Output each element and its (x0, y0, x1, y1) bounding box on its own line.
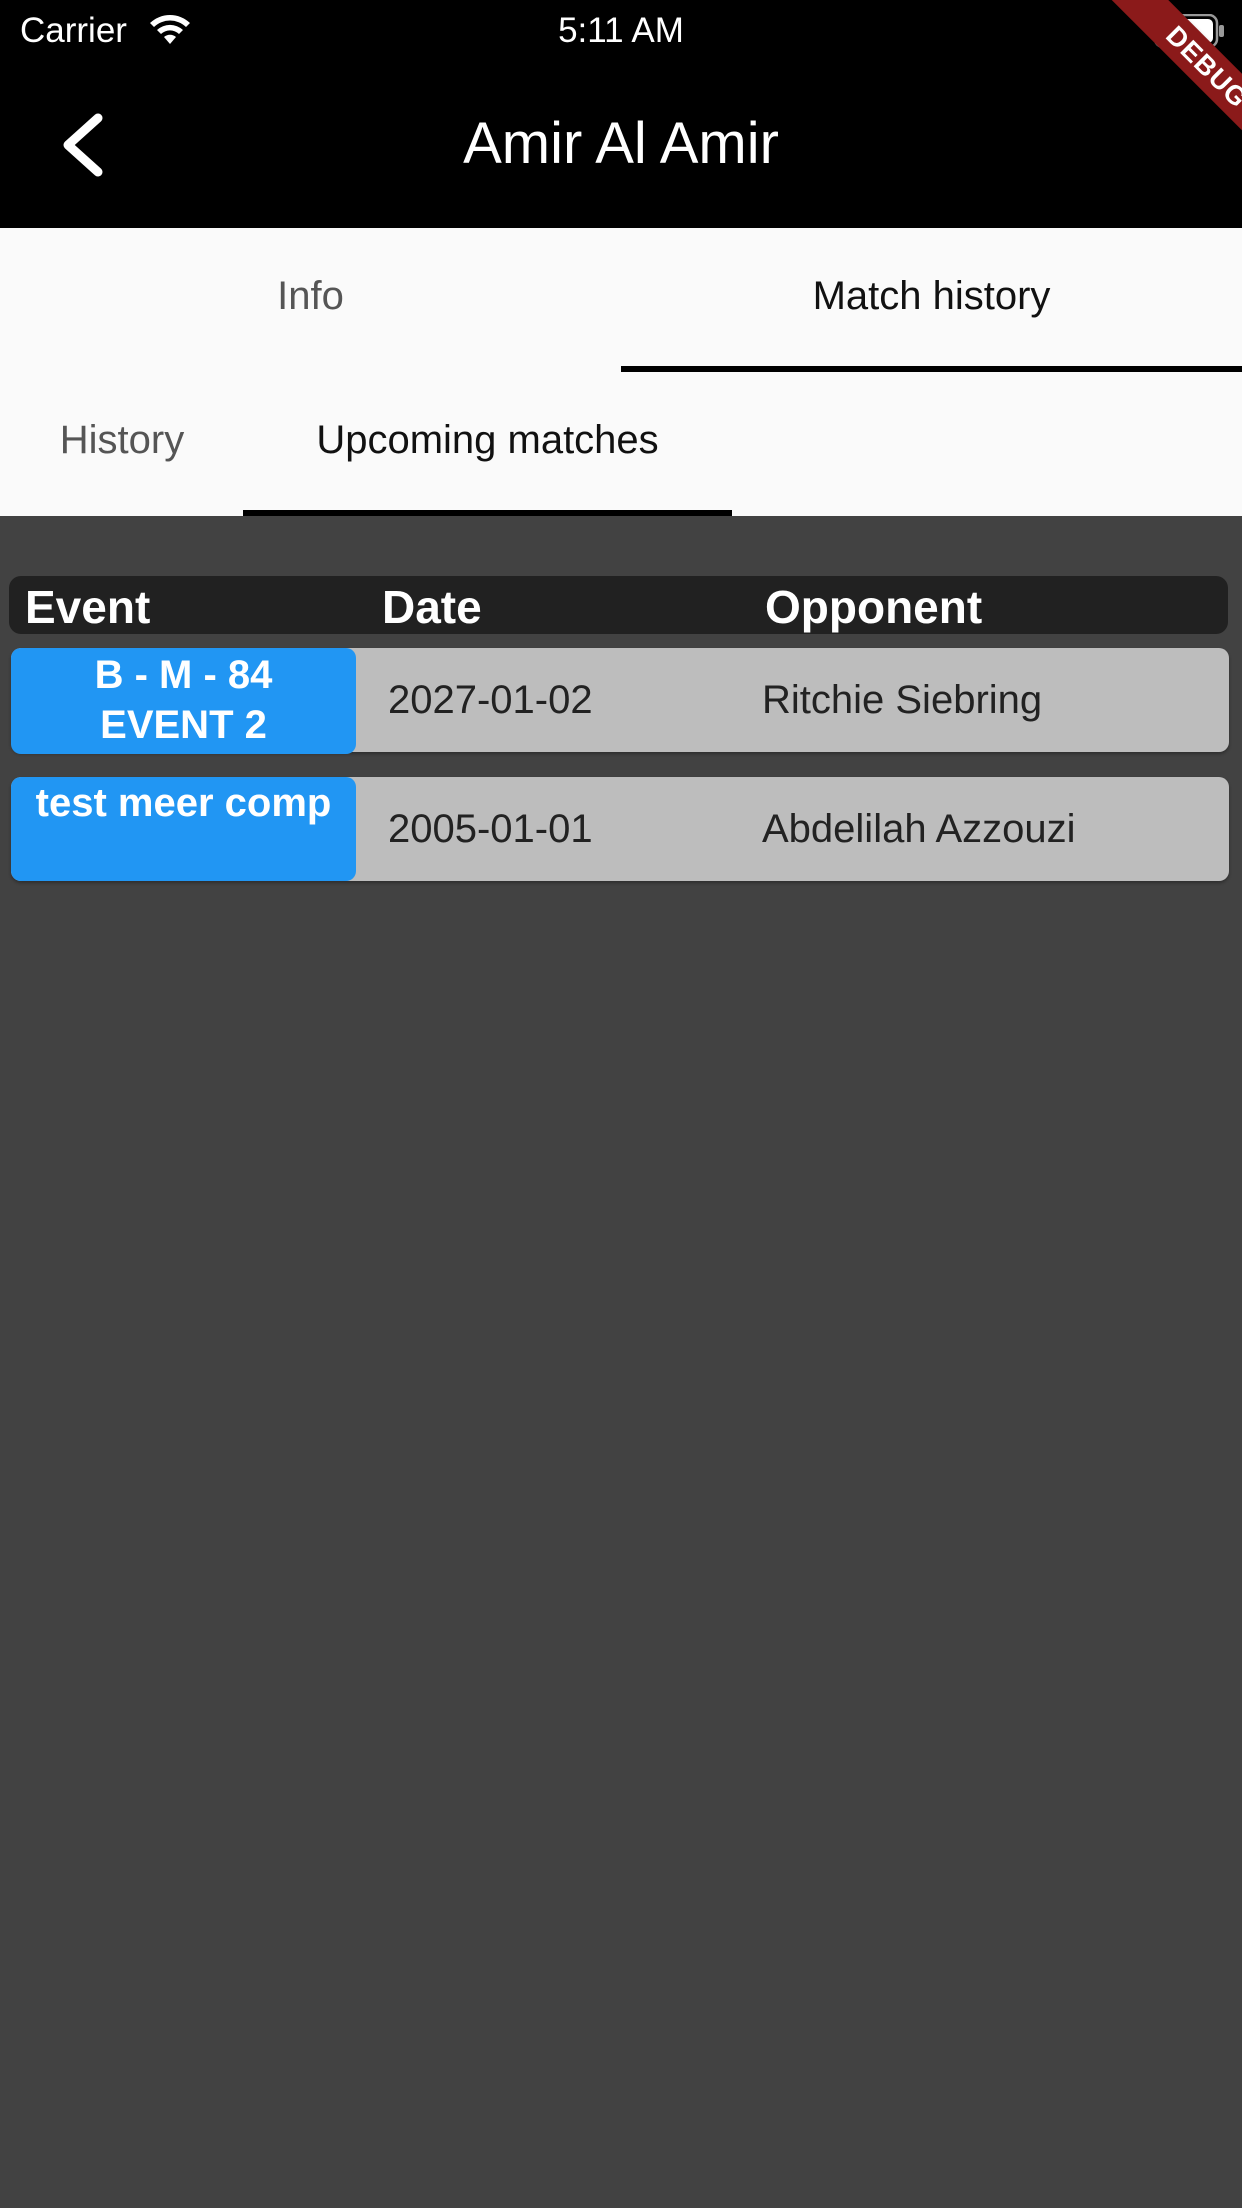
opponent-name: Abdelilah Azzouzi (762, 807, 1076, 851)
match-date: 2027-01-02 (388, 678, 593, 722)
app-bar: Amir Al Amir (0, 62, 1242, 228)
tab-history[interactable]: History (20, 372, 224, 516)
match-date: 2005-01-01 (388, 807, 593, 851)
event-subtitle: EVENT 2 (100, 703, 267, 747)
sub-tabs: History Upcoming matches (0, 372, 1242, 516)
opponent-name: Ritchie Siebring (762, 678, 1043, 722)
event-badge: test meer comp (11, 777, 356, 881)
page-title: Amir Al Amir (463, 111, 779, 176)
battery-icon (1153, 13, 1226, 53)
tab-info[interactable]: Info (0, 228, 621, 372)
status-bar: Carrier 5:11 AM (0, 0, 1242, 62)
table-row[interactable]: test meer comp 2005-01-01 Abdelilah Azzo… (11, 777, 1229, 881)
column-header-date: Date (382, 581, 482, 633)
main-tabs: Info Match history (0, 228, 1242, 372)
clock: 5:11 AM (558, 11, 684, 50)
column-header-event: Event (25, 581, 151, 633)
column-header-opponent: Opponent (765, 581, 983, 633)
table-header: Event Date Opponent (9, 576, 1228, 634)
tab-match-history[interactable]: Match history (621, 228, 1242, 372)
event-badge: B - M - 84 EVENT 2 (11, 648, 356, 754)
tab-upcoming-matches[interactable]: Upcoming matches (243, 372, 732, 516)
event-name: B - M - 84 (94, 653, 273, 697)
event-name: test meer comp (35, 781, 332, 825)
table-row[interactable]: B - M - 84 EVENT 2 2027-01-02 Ritchie Si… (11, 648, 1229, 754)
